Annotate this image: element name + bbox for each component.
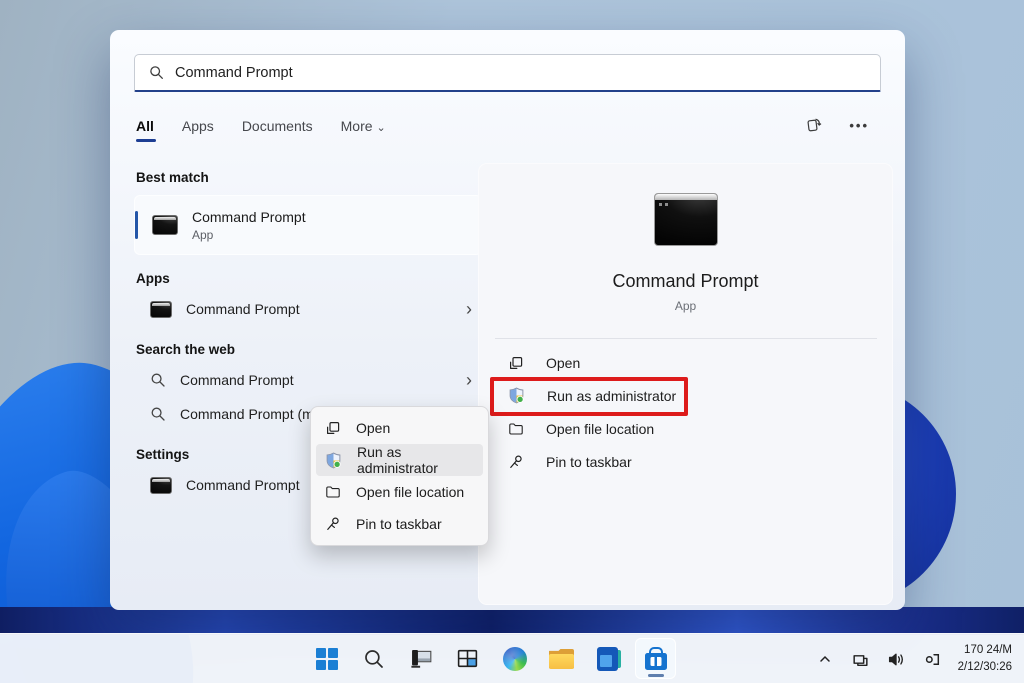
context-open-label: Open [356,420,390,436]
taskbar-media-app-button[interactable] [588,638,629,679]
task-view-icon [409,648,433,670]
chevron-down-icon: ⌄ [377,122,386,134]
search-icon [363,648,385,670]
search-icon [150,406,166,422]
microsoft-store-icon [645,653,667,670]
context-pin-item[interactable]: Pin to taskbar [316,508,483,540]
system-tray: 170 24/M 2/12/30:26 [812,634,1018,683]
command-prompt-large-icon [654,193,718,246]
command-prompt-icon [150,301,172,318]
taskbar-start-button[interactable] [306,638,347,679]
taskbar-edge-button[interactable] [494,638,535,679]
open-action[interactable]: Open [478,346,893,379]
open-action-label: Open [546,355,580,371]
tab-more[interactable]: More⌄ [341,118,386,142]
web-search-header: Search the web [136,342,482,357]
taskbar-widgets-button[interactable] [447,638,488,679]
best-match-header: Best match [136,170,482,185]
context-open-item[interactable]: Open [316,412,483,444]
detail-pane: Command Prompt App Open [478,163,893,605]
context-open-location-label: Open file location [356,484,464,500]
search-flyout: Command Prompt All Apps Documents More⌄ … [110,30,905,610]
clock-line-1: 170 24/M [958,642,1012,659]
network-icon[interactable] [848,646,874,672]
hidden-icons-chevron[interactable] [812,646,838,672]
taskbar-search-button[interactable] [353,638,394,679]
folder-icon [508,421,524,437]
search-icon [150,372,166,388]
web-result-item[interactable]: Command Prompt › [134,363,482,397]
share-icon[interactable] [805,116,823,134]
folder-icon [325,484,341,500]
file-explorer-icon [549,649,574,669]
search-query-text: Command Prompt [175,65,293,81]
settings-result-label: Command Prompt [186,477,300,493]
apps-result-item[interactable]: Command Prompt › [134,292,482,326]
clock-line-2: 2/12/30:26 [958,659,1012,676]
admin-shield-icon [508,387,525,404]
taskbar-clock[interactable]: 170 24/M 2/12/30:26 [956,642,1018,675]
volume-icon[interactable] [884,646,910,672]
context-menu: Open Run as administrator Open file loca… [310,406,489,546]
chevron-right-icon[interactable]: › [466,371,476,389]
command-prompt-icon [150,477,172,494]
more-options-icon[interactable]: ••• [849,118,869,133]
detail-title: Command Prompt [478,271,893,292]
context-run-admin-label: Run as administrator [357,444,483,476]
context-run-admin-item[interactable]: Run as administrator [316,444,483,476]
run-as-administrator-label: Run as administrator [547,388,676,404]
search-icon [149,65,164,80]
taskbar-task-view-button[interactable] [400,638,441,679]
tab-apps[interactable]: Apps [182,118,214,142]
admin-shield-icon [325,452,342,469]
wallpaper-bloom-band [0,607,1024,635]
best-match-item[interactable]: Command Prompt App [134,195,482,255]
best-match-subtitle: App [192,228,306,242]
media-app-icon [597,647,621,671]
command-prompt-icon [152,215,178,235]
tab-all[interactable]: All [136,118,154,142]
tab-documents[interactable]: Documents [242,118,313,142]
windows-logo-icon [316,648,338,670]
pin-to-taskbar-action[interactable]: Pin to taskbar [478,445,893,478]
best-match-title: Command Prompt [192,209,306,225]
pin-to-taskbar-label: Pin to taskbar [546,454,632,470]
selection-accent-bar [135,211,138,239]
edge-browser-icon [503,647,527,671]
divider [495,338,877,339]
desktop: Command Prompt All Apps Documents More⌄ … [0,0,1024,683]
context-open-location-item[interactable]: Open file location [316,476,483,508]
taskbar-center-icons [306,638,676,679]
taskbar: 170 24/M 2/12/30:26 [0,633,1024,683]
pin-icon [508,454,524,470]
detail-actions: Open Run as administrator [478,346,893,478]
pin-icon [325,516,341,532]
search-input[interactable]: Command Prompt [134,54,881,92]
chevron-right-icon[interactable]: › [466,300,476,318]
open-file-location-label: Open file location [546,421,654,437]
window-panes-icon [456,648,479,669]
web-result-label: Command Prompt [180,372,294,388]
apps-header: Apps [136,271,482,286]
open-window-icon [325,420,341,436]
context-pin-label: Pin to taskbar [356,516,442,532]
open-window-icon [508,355,524,371]
apps-result-label: Command Prompt [186,301,300,317]
web-result-label: Command Prompt (m [180,406,314,422]
taskbar-file-explorer-button[interactable] [541,638,582,679]
detail-subtitle: App [478,299,893,313]
search-tabs: All Apps Documents More⌄ [136,118,386,142]
taskbar-store-button[interactable] [635,638,676,679]
connect-display-icon[interactable] [920,646,946,672]
open-file-location-action[interactable]: Open file location [478,412,893,445]
run-as-administrator-action[interactable]: Run as administrator [478,379,893,412]
